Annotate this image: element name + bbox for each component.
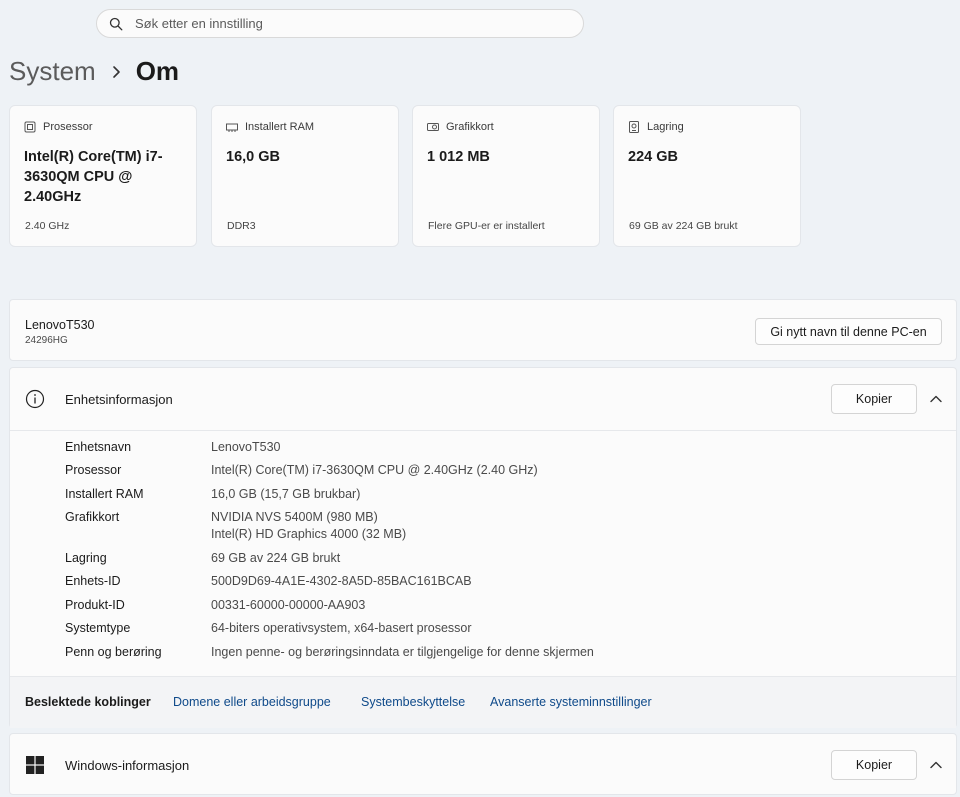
card-label: Installert RAM xyxy=(245,121,315,133)
windows-info-panel: Windows-informasjon Kopier xyxy=(9,733,957,795)
info-key: Lagring xyxy=(65,551,107,565)
chevron-up-icon[interactable] xyxy=(929,758,943,772)
info-value: 500D9D69-4A1E-4302-8A5D-85BAC161BCAB xyxy=(211,574,472,588)
info-key: Installert RAM xyxy=(65,487,144,501)
breadcrumb: System Om xyxy=(9,56,179,87)
info-value: 64-biters operativsystem, x64-basert pro… xyxy=(211,621,472,635)
card-storage: Lagring 224 GB 69 GB av 224 GB brukt xyxy=(613,105,801,247)
card-label: Grafikkort xyxy=(446,121,494,133)
card-gpu: Grafikkort 1 012 MB Flere GPU-er er inst… xyxy=(412,105,600,247)
pc-name: LenovoT530 xyxy=(25,318,95,332)
info-value: 00331-60000-00000-AA903 xyxy=(211,598,366,612)
search-box[interactable]: Søk etter en innstilling xyxy=(96,9,584,38)
page-title: Om xyxy=(135,56,180,86)
link-advanced-system-settings[interactable]: Avanserte systeminnstillinger xyxy=(490,695,652,709)
card-processor: Prosessor Intel(R) Core(TM) i7-3630QM CP… xyxy=(9,105,197,247)
info-key: Grafikkort xyxy=(65,510,120,524)
link-system-protection[interactable]: Systembeskyttelse xyxy=(361,695,465,709)
divider xyxy=(10,430,956,431)
card-label: Prosessor xyxy=(43,121,93,133)
card-value: 16,0 GB xyxy=(226,149,280,165)
chevron-right-icon xyxy=(112,65,122,79)
info-key: Produkt-ID xyxy=(65,598,125,612)
ram-icon xyxy=(226,123,238,132)
card-value: Intel(R) Core(TM) i7-3630QM CPU @ 2.40GH… xyxy=(24,149,163,205)
info-key: Enhets-ID xyxy=(65,574,121,588)
rename-pc-button[interactable]: Gi nytt navn til denne PC-en xyxy=(755,318,942,345)
info-value: NVIDIA NVS 5400M (980 MB) xyxy=(211,510,378,524)
device-info-title: Enhetsinformasjon xyxy=(65,392,173,407)
info-value: LenovoT530 xyxy=(211,440,281,454)
chevron-up-icon[interactable] xyxy=(929,392,943,406)
card-sub: 2.40 GHz xyxy=(25,220,70,232)
info-value: 69 GB av 224 GB brukt xyxy=(211,551,341,565)
windows-info-header[interactable]: Windows-informasjon Kopier xyxy=(10,734,956,796)
link-domain-workgroup[interactable]: Domene eller arbeidsgruppe xyxy=(173,695,331,709)
card-ram: Installert RAM 16,0 GB DDR3 xyxy=(211,105,399,247)
info-value: Ingen penne- og berøringsinndata er tilg… xyxy=(211,645,594,659)
card-sub: 69 GB av 224 GB brukt xyxy=(629,220,738,232)
copy-windows-info-button[interactable]: Kopier xyxy=(831,750,917,780)
device-info-panel: Enhetsinformasjon Kopier Enhetsnavn Leno… xyxy=(9,367,957,728)
breadcrumb-parent[interactable]: System xyxy=(9,56,96,87)
gpu-icon xyxy=(427,123,439,131)
search-icon xyxy=(109,17,123,30)
info-key: Penn og berøring xyxy=(65,645,162,659)
info-value: Intel(R) Core(TM) i7-3630QM CPU @ 2.40GH… xyxy=(211,463,538,477)
search-placeholder: Søk etter en innstilling xyxy=(135,16,263,31)
device-info-header[interactable]: Enhetsinformasjon Kopier xyxy=(10,368,956,430)
windows-logo-icon xyxy=(26,756,44,774)
info-value-secondary: Intel(R) HD Graphics 4000 (32 MB) xyxy=(211,527,407,541)
related-links-bar: Beslektede koblinger Domene eller arbeid… xyxy=(10,676,956,728)
info-key: Systemtype xyxy=(65,621,131,635)
card-value: 1 012 MB xyxy=(427,149,490,165)
info-icon xyxy=(25,389,45,409)
storage-icon xyxy=(629,121,639,133)
pc-name-panel: LenovoT530 24296HG Gi nytt navn til denn… xyxy=(9,299,957,361)
card-label: Lagring xyxy=(647,121,684,133)
cpu-icon xyxy=(24,121,36,133)
card-sub: Flere GPU-er er installert xyxy=(428,220,545,232)
info-value: 16,0 GB (15,7 GB brukbar) xyxy=(211,487,361,501)
windows-info-title: Windows-informasjon xyxy=(65,758,190,773)
card-value: 224 GB xyxy=(628,149,678,165)
info-key: Prosessor xyxy=(65,463,122,477)
card-sub: DDR3 xyxy=(227,220,256,232)
related-links-label: Beslektede koblinger xyxy=(25,695,151,709)
copy-device-info-button[interactable]: Kopier xyxy=(831,384,917,414)
pc-model: 24296HG xyxy=(25,335,68,346)
info-key: Enhetsnavn xyxy=(65,440,132,454)
